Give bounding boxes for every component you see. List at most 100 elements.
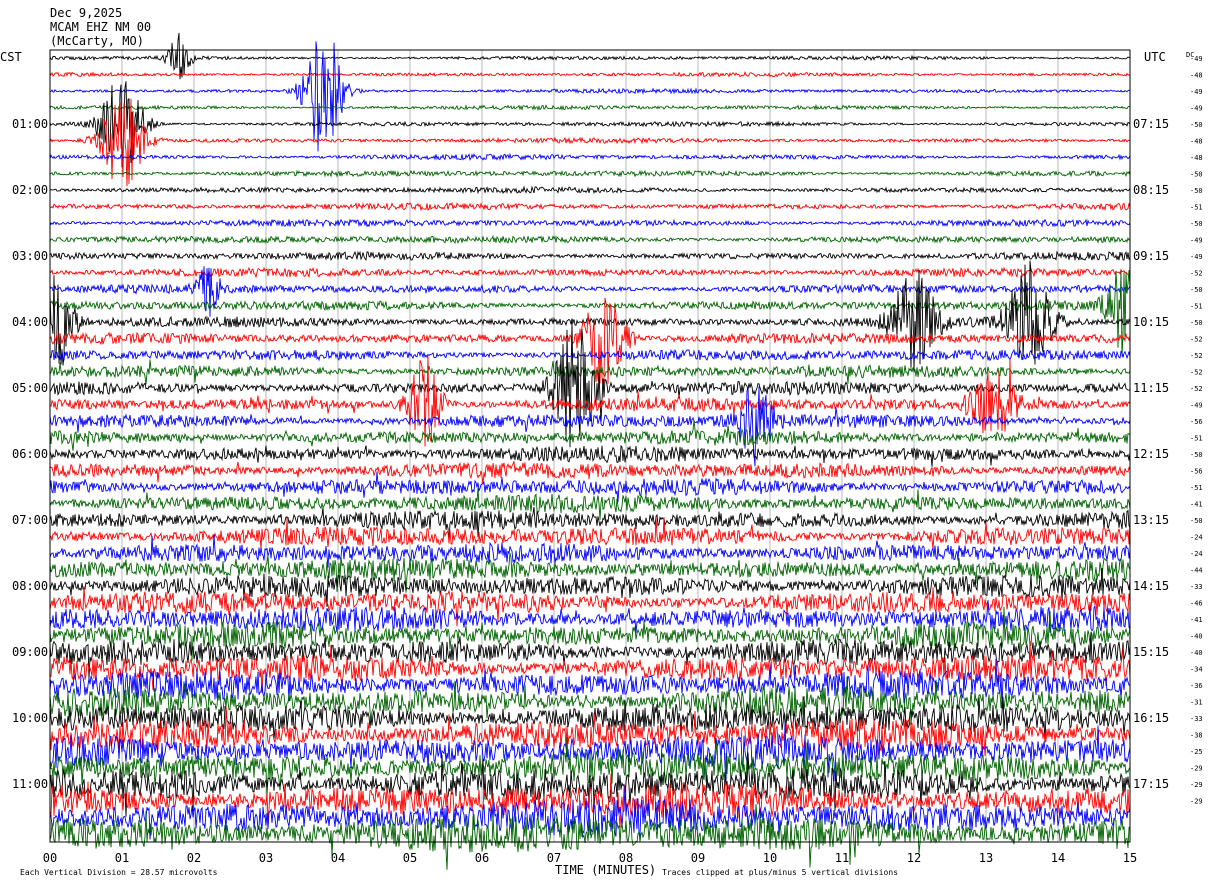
utc-axis-title: UTC [1144, 50, 1166, 64]
dc-offset-label: -52 [1190, 352, 1203, 360]
utc-time-label: 07:15 [1133, 117, 1169, 131]
seismic-trace [49, 103, 1131, 111]
cst-time-label: 11:00 [12, 777, 48, 791]
dc-offset-label: -48 [1190, 72, 1203, 80]
utc-time-label: 11:15 [1133, 381, 1169, 395]
seismic-trace [49, 356, 1131, 447]
dc-offset-label: -51 [1190, 484, 1203, 492]
utc-time-label: 14:15 [1133, 579, 1169, 593]
seismic-trace [49, 471, 1131, 503]
cst-time-label: 06:00 [12, 447, 48, 461]
dc-offset-label: -50 [1190, 286, 1203, 294]
minute-tick-label: 11 [835, 851, 849, 865]
seismic-trace [49, 201, 1131, 212]
minute-tick-label: 04 [331, 851, 345, 865]
dc-offset-label: -50 [1190, 517, 1203, 525]
x-axis-title: TIME (MINUTES) [555, 863, 656, 877]
seismic-trace [49, 152, 1131, 162]
seismic-trace [49, 266, 1131, 279]
dc-offset-label: -50 [1190, 171, 1203, 179]
dc-offset-label: -49 [1190, 105, 1203, 113]
cst-time-label: 05:00 [12, 381, 48, 395]
dc-offset-label: -56 [1190, 468, 1203, 476]
dc-offset-label: -33 [1190, 583, 1203, 591]
cst-time-label: 02:00 [12, 183, 48, 197]
seismic-traces [49, 32, 1131, 870]
cst-time-label: 09:00 [12, 645, 48, 659]
clip-note: Traces clipped at plus/minus 5 vertical … [662, 868, 898, 877]
utc-time-label: 12:15 [1133, 447, 1169, 461]
seismic-trace [49, 234, 1131, 245]
seismic-trace [49, 218, 1131, 228]
minute-tick-label: 15 [1123, 851, 1137, 865]
dc-offset-label: -49 [1190, 88, 1203, 96]
dc-offset-label: -52 [1190, 270, 1203, 278]
seismic-trace [49, 786, 1131, 840]
dc-offset-label: -50 [1190, 187, 1203, 195]
seismic-trace [49, 169, 1131, 178]
header-date: Dec 9,2025 [50, 6, 122, 20]
cst-time-label: 03:00 [12, 249, 48, 263]
seismic-trace [49, 348, 1131, 362]
minute-tick-label: 02 [187, 851, 201, 865]
utc-time-labels: 07:15 08:15 09:15 10:15 11:15 12:15 13:15 14:15… [1133, 117, 1169, 791]
header-station: MCAM EHZ NM 00 [50, 20, 151, 34]
dc-offset-label: -50 [1190, 451, 1203, 459]
dc-offset-label: -38 [1190, 732, 1203, 740]
seismic-trace [49, 81, 1131, 168]
dc-offset-label: -24 [1190, 550, 1203, 558]
seismic-trace [49, 32, 1131, 80]
cst-time-label: 07:00 [12, 513, 48, 527]
seismic-trace [49, 444, 1131, 467]
dc-offset-label: -48 [1190, 138, 1203, 146]
utc-time-label: 16:15 [1133, 711, 1169, 725]
dc-offset-label: -29 [1190, 781, 1203, 789]
dc-offset-label: -52 [1190, 336, 1203, 344]
dc-offset-label: -46 [1190, 600, 1203, 608]
seismic-trace [49, 98, 1131, 187]
helicorder-chart: Dec 9,2025 MCAM EHZ NM 00 (McCarty, MO) … [0, 6, 1203, 877]
dc-offset-label: -41 [1190, 616, 1203, 624]
seismic-trace [49, 487, 1131, 520]
dc-offset-label: -50 [1190, 220, 1203, 228]
dc-offset-label: -29 [1190, 798, 1203, 806]
seismic-trace [49, 297, 1131, 388]
minute-tick-label: 06 [475, 851, 489, 865]
minute-tick-label: 10 [763, 851, 777, 865]
dc-offset-label: -33 [1190, 715, 1203, 723]
utc-time-label: 09:15 [1133, 249, 1169, 263]
minute-tick-label: 01 [115, 851, 129, 865]
seismic-trace [49, 250, 1131, 262]
dc-offset-label: -49 [1190, 237, 1203, 245]
utc-time-label: 08:15 [1133, 183, 1169, 197]
dc-offset-label: -52 [1190, 385, 1203, 393]
minute-tick-label: 03 [259, 851, 273, 865]
dc-offset-labels: -49 -48 -49 -49 -50 -48 -48 -50 -50 -51 -50 -49 -49 -… [1190, 55, 1203, 806]
cst-time-label: 01:00 [12, 117, 48, 131]
dc-offset-label: -56 [1190, 418, 1203, 426]
dc-offset-label: -29 [1190, 765, 1203, 773]
seismic-trace [49, 185, 1131, 195]
utc-time-label: 15:15 [1133, 645, 1169, 659]
dc-offset-label: -48 [1190, 154, 1203, 162]
utc-time-label: 13:15 [1133, 513, 1169, 527]
minute-tick-label: 14 [1051, 851, 1065, 865]
dc-offset-label: -51 [1190, 303, 1203, 311]
cst-time-label: 08:00 [12, 579, 48, 593]
seismic-trace [49, 71, 1131, 78]
dc-offset-label: -49 [1190, 402, 1203, 410]
division-note: Each Vertical Division = 28.57 microvolt… [20, 868, 218, 877]
seismic-trace [49, 270, 1131, 357]
dc-offset-label: -36 [1190, 682, 1203, 690]
utc-time-label: 17:15 [1133, 777, 1169, 791]
dc-offset-label: -31 [1190, 699, 1203, 707]
dc-offset-label: -49 [1190, 253, 1203, 261]
utc-time-label: 10:15 [1133, 315, 1169, 329]
minute-tick-label: 00 [43, 851, 57, 865]
minute-tick-label: 12 [907, 851, 921, 865]
dc-offset-label: -51 [1190, 435, 1203, 443]
dc-offset-label: -41 [1190, 501, 1203, 509]
minute-tick-label: 05 [403, 851, 417, 865]
dc-offset-label: -49 [1190, 55, 1203, 63]
seismic-trace [49, 534, 1131, 568]
